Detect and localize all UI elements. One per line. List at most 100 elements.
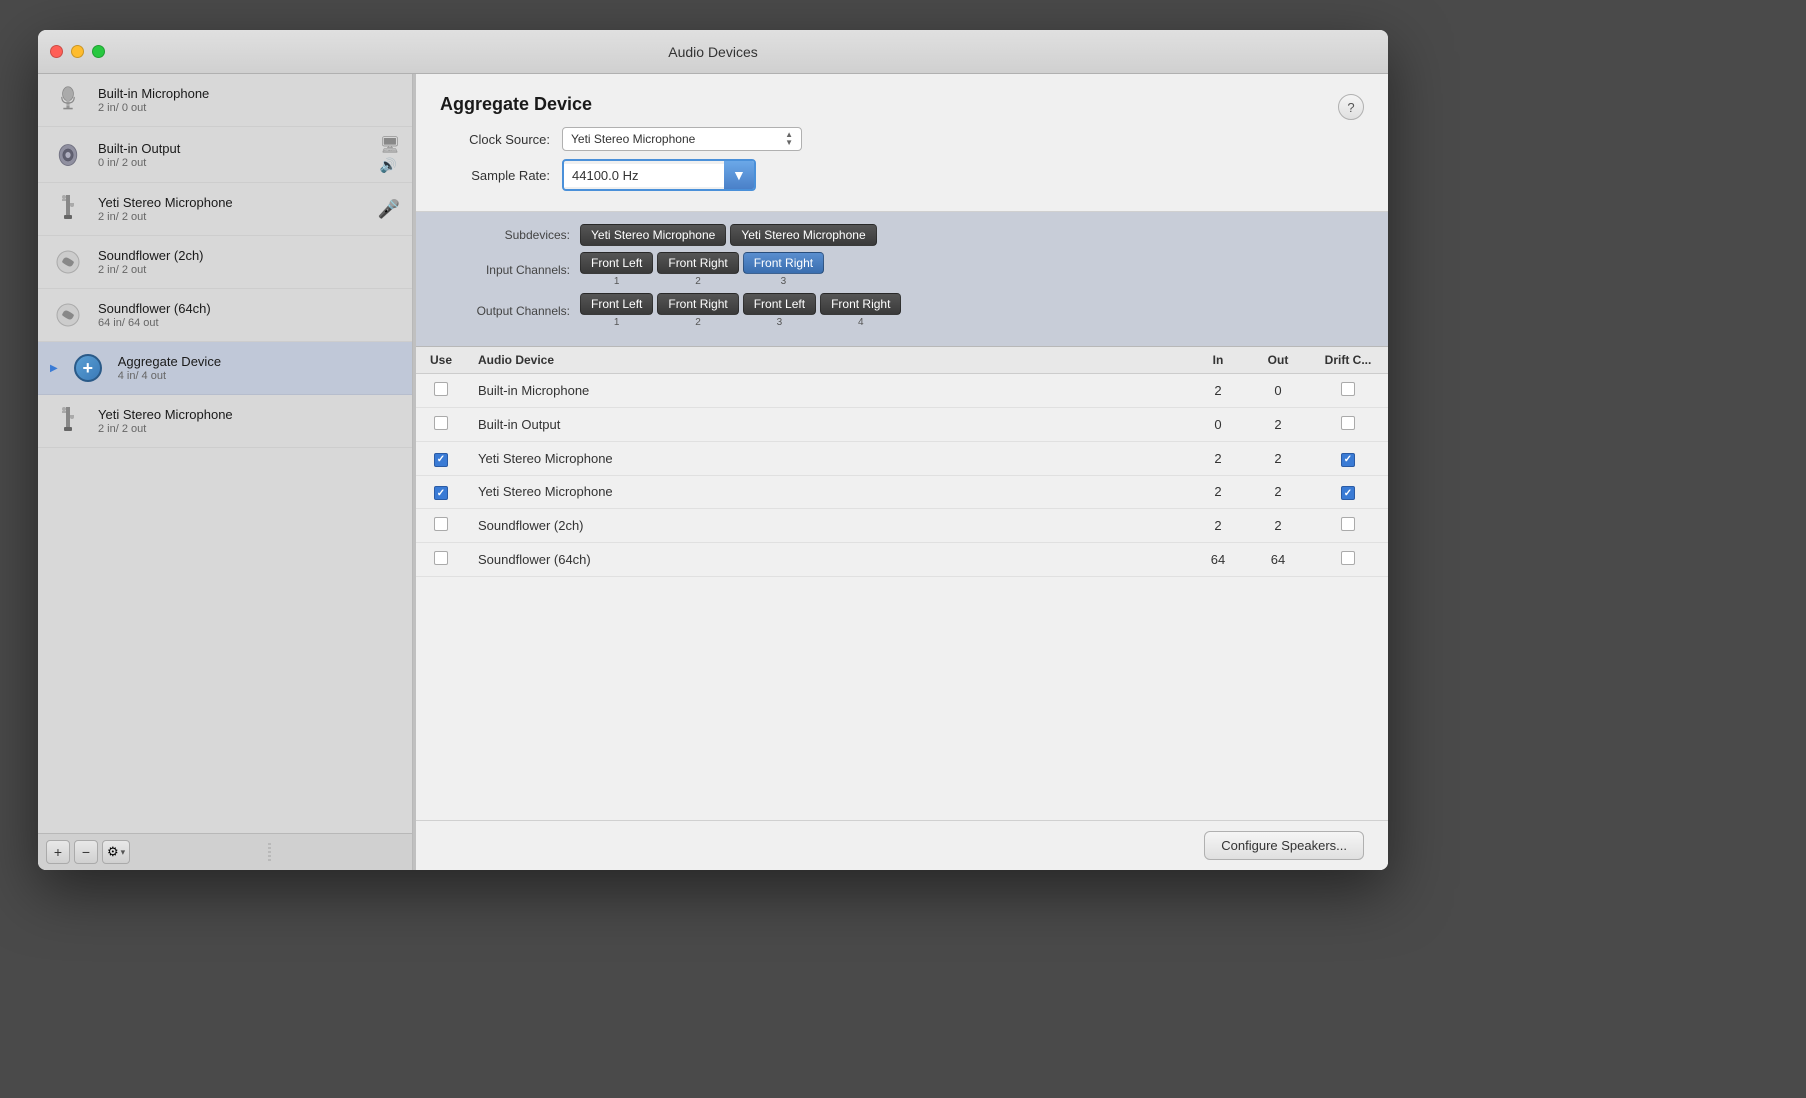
traffic-lights [50,45,105,58]
gear-icon: ⚙ [107,844,119,860]
sidebar-item-sub: 2 in/ 2 out [98,211,366,223]
sidebar-item-info: Yeti Stereo Microphone 2 in/ 2 out [98,407,400,435]
soundflower-icon [50,297,86,333]
sidebar-item-yeti-2[interactable]: Yeti Stereo Microphone 2 in/ 2 out [38,395,412,448]
device-table: Use Audio Device In Out Drift C... Built… [416,347,1388,577]
input-channel-buttons: Front Left 1 Front Right 2 Front Right 3 [580,252,824,287]
drift-checkbox-3[interactable] [1341,486,1355,500]
output-channel-3[interactable]: Front Left 3 [743,293,816,328]
sidebar-item-name: Yeti Stereo Microphone [98,407,400,422]
drift-checkbox-2[interactable] [1341,453,1355,467]
sidebar-item-sub: 64 in/ 64 out [98,317,400,329]
sample-rate-dropdown-button[interactable]: ▼ [724,161,754,189]
sample-rate-control: ▼ [562,159,756,191]
subdevice-2-button[interactable]: Yeti Stereo Microphone [730,224,876,246]
input-channel-3[interactable]: Front Right 3 [743,252,824,287]
col-use: Use [416,347,466,374]
subdevice-buttons: Yeti Stereo Microphone Yeti Stereo Micro… [580,224,877,246]
sidebar-item-builtin-output[interactable]: Built-in Output 0 in/ 2 out 🖥 🔊 [38,127,412,183]
output-channel-label-4: Front Right [820,293,901,315]
input-channel-num-1: 1 [614,276,620,287]
use-checkbox-3[interactable] [434,486,448,500]
use-checkbox-cell-1 [416,408,466,442]
sidebar-item-soundflower-2ch[interactable]: Soundflower (2ch) 2 in/ 2 out [38,236,412,289]
input-channel-2[interactable]: Front Right 2 [657,252,738,287]
sidebar-item-yeti-1[interactable]: Yeti Stereo Microphone 2 in/ 2 out 🎤 [38,183,412,236]
sidebar-item-info: Yeti Stereo Microphone 2 in/ 2 out [98,195,366,223]
use-checkbox-cell-5 [416,543,466,577]
output-badge: 🖥 🔊 [380,135,400,174]
sidebar-item-sub: 2 in/ 2 out [98,264,400,276]
sidebar-item-info: Built-in Microphone 2 in/ 0 out [98,86,400,114]
output-channel-2[interactable]: Front Right 2 [657,293,738,328]
window-body: Built-in Microphone 2 in/ 0 out Built-in… [38,74,1388,870]
output-channel-4[interactable]: Front Right 4 [820,293,901,328]
output-channel-num-1: 1 [614,317,620,328]
col-out: Out [1248,347,1308,374]
use-checkbox-5[interactable] [434,551,448,565]
drift-checkbox-0[interactable] [1341,382,1355,396]
sidebar-item-builtin-microphone[interactable]: Built-in Microphone 2 in/ 0 out [38,74,412,127]
table-row: Yeti Stereo Microphone 2 2 [416,442,1388,476]
drift-cell-1 [1308,408,1388,442]
use-checkbox-0[interactable] [434,382,448,396]
main-content: Aggregate Device Clock Source: Yeti Ster… [416,74,1388,870]
output-channels-label: Output Channels: [440,304,570,318]
input-channels-label: Input Channels: [440,263,570,277]
drift-checkbox-4[interactable] [1341,517,1355,531]
device-name-cell-2: Yeti Stereo Microphone [466,442,1188,476]
close-button[interactable] [50,45,63,58]
remove-device-button[interactable]: − [74,840,98,864]
subdevices-label: Subdevices: [440,228,570,242]
soundflower-icon [50,244,86,280]
clock-source-label: Clock Source: [440,132,550,147]
drift-cell-3 [1308,475,1388,509]
subdevice-1-button[interactable]: Yeti Stereo Microphone [580,224,726,246]
drift-cell-2 [1308,442,1388,476]
sidebar-item-name: Built-in Microphone [98,86,400,101]
sidebar-item-sub: 2 in/ 0 out [98,102,400,114]
use-checkbox-1[interactable] [434,416,448,430]
configure-speakers-button[interactable]: Configure Speakers... [1204,831,1364,860]
clock-source-select[interactable]: Yeti Stereo Microphone ▲ ▼ [562,127,802,151]
sidebar-item-sub: 2 in/ 2 out [98,423,400,435]
sidebar-item-aggregate[interactable]: ▶ + Aggregate Device 4 in/ 4 out [38,342,412,395]
table-header-row: Use Audio Device In Out Drift C... [416,347,1388,374]
drift-checkbox-1[interactable] [1341,416,1355,430]
output-channel-1[interactable]: Front Left 1 [580,293,653,328]
monitor-icon: 🖥 [380,135,400,155]
minimize-button[interactable] [71,45,84,58]
sample-rate-input[interactable] [564,164,724,187]
table-row: Built-in Output 0 2 [416,408,1388,442]
sidebar-item-name: Soundflower (2ch) [98,248,400,263]
sidebar-item-soundflower-64ch[interactable]: Soundflower (64ch) 64 in/ 64 out [38,289,412,342]
in-cell-4: 2 [1188,509,1248,543]
device-name-cell-5: Soundflower (64ch) [466,543,1188,577]
audio-devices-window: Audio Devices Built-in Microphone 2 in/ … [38,30,1388,870]
in-cell-3: 2 [1188,475,1248,509]
drift-checkbox-5[interactable] [1341,551,1355,565]
clock-source-row: Clock Source: Yeti Stereo Microphone ▲ ▼ [440,127,802,151]
help-button[interactable]: ? [1338,94,1364,120]
input-channel-label-1: Front Left [580,252,653,274]
maximize-button[interactable] [92,45,105,58]
usb-icon [50,191,86,227]
out-cell-0: 0 [1248,374,1308,408]
device-name-cell-4: Soundflower (2ch) [466,509,1188,543]
gear-button[interactable]: ⚙ ▾ [102,840,130,864]
use-checkbox-2[interactable] [434,453,448,467]
clock-source-arrows-icon: ▲ ▼ [785,131,793,147]
sidebar-item-info: Aggregate Device 4 in/ 4 out [118,354,400,382]
output-channel-num-2: 2 [695,317,701,328]
output-channel-num-3: 3 [777,317,783,328]
device-table-section: Use Audio Device In Out Drift C... Built… [416,347,1388,820]
output-channels-row: Output Channels: Front Left 1 Front Righ… [440,293,1364,328]
add-device-button[interactable]: + [46,840,70,864]
output-channel-label-1: Front Left [580,293,653,315]
use-checkbox-4[interactable] [434,517,448,531]
input-channel-1[interactable]: Front Left 1 [580,252,653,287]
microphone-badge-icon: 🎤 [378,199,400,220]
titlebar: Audio Devices [38,30,1388,74]
input-channel-label-2: Front Right [657,252,738,274]
drift-cell-0 [1308,374,1388,408]
